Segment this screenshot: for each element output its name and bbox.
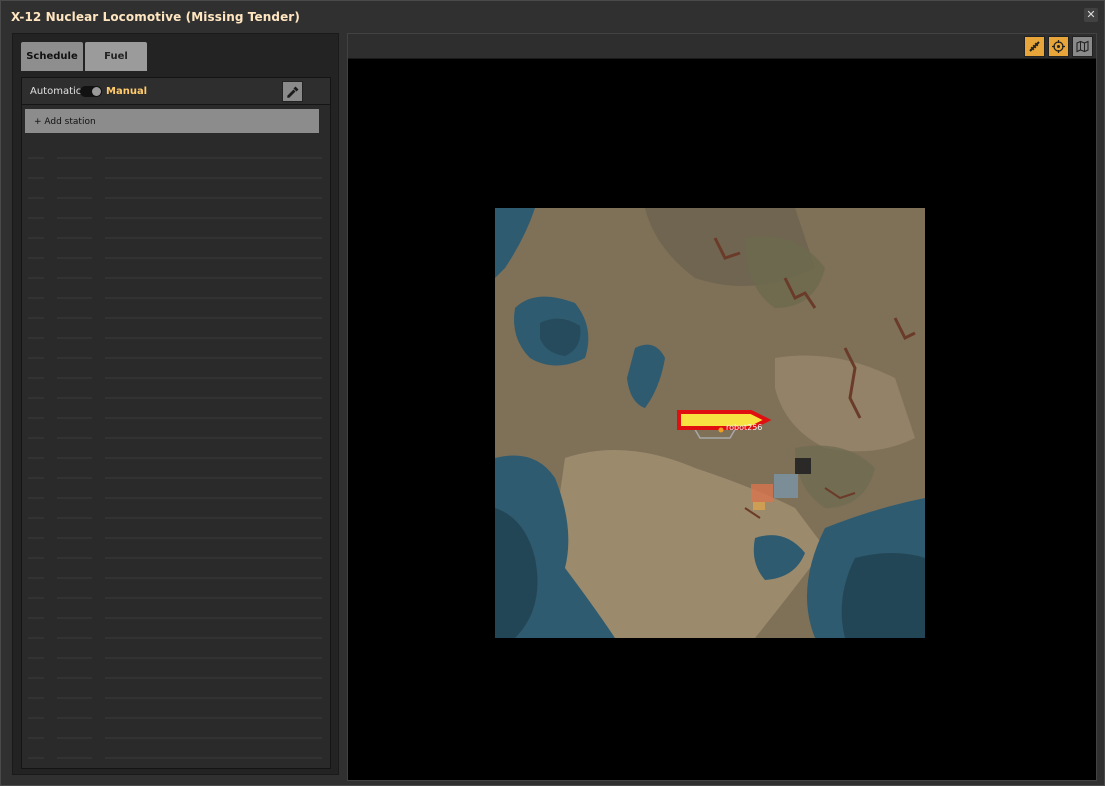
player-dot <box>718 427 724 433</box>
minimap-pane: robot256 <box>347 33 1097 781</box>
minimap[interactable]: robot256 <box>495 208 925 638</box>
add-station-button[interactable]: + Add station <box>25 109 319 133</box>
tab-bar: Schedule Fuel <box>21 42 147 71</box>
close-icon[interactable]: ✕ <box>1084 8 1098 22</box>
terrain-map <box>495 208 925 638</box>
schedule-pane: Schedule Fuel Automatic Manual + Add sta… <box>12 33 339 775</box>
player-label: robot256 <box>726 423 763 432</box>
map-icon[interactable] <box>1072 36 1093 57</box>
window-title: X-12 Nuclear Locomotive (Missing Tender) <box>11 10 300 24</box>
toggle-knob <box>92 87 101 96</box>
eyedropper-icon[interactable] <box>282 81 303 102</box>
mode-automatic-label[interactable]: Automatic <box>30 86 81 97</box>
mode-manual-label[interactable]: Manual <box>106 86 147 97</box>
minimap-toolbar <box>348 34 1096 59</box>
rail-icon[interactable] <box>1024 36 1045 57</box>
mode-row: Automatic Manual <box>22 78 330 105</box>
target-icon[interactable] <box>1048 36 1069 57</box>
schedule-panel: Automatic Manual + Add station <box>21 77 331 769</box>
empty-station-rows <box>28 157 322 759</box>
titlebar[interactable]: X-12 Nuclear Locomotive (Missing Tender)… <box>1 1 1104 33</box>
locomotive-window: X-12 Nuclear Locomotive (Missing Tender)… <box>0 0 1105 786</box>
mode-toggle[interactable] <box>80 86 102 97</box>
tab-schedule[interactable]: Schedule <box>21 42 83 71</box>
tab-fuel[interactable]: Fuel <box>85 42 147 71</box>
